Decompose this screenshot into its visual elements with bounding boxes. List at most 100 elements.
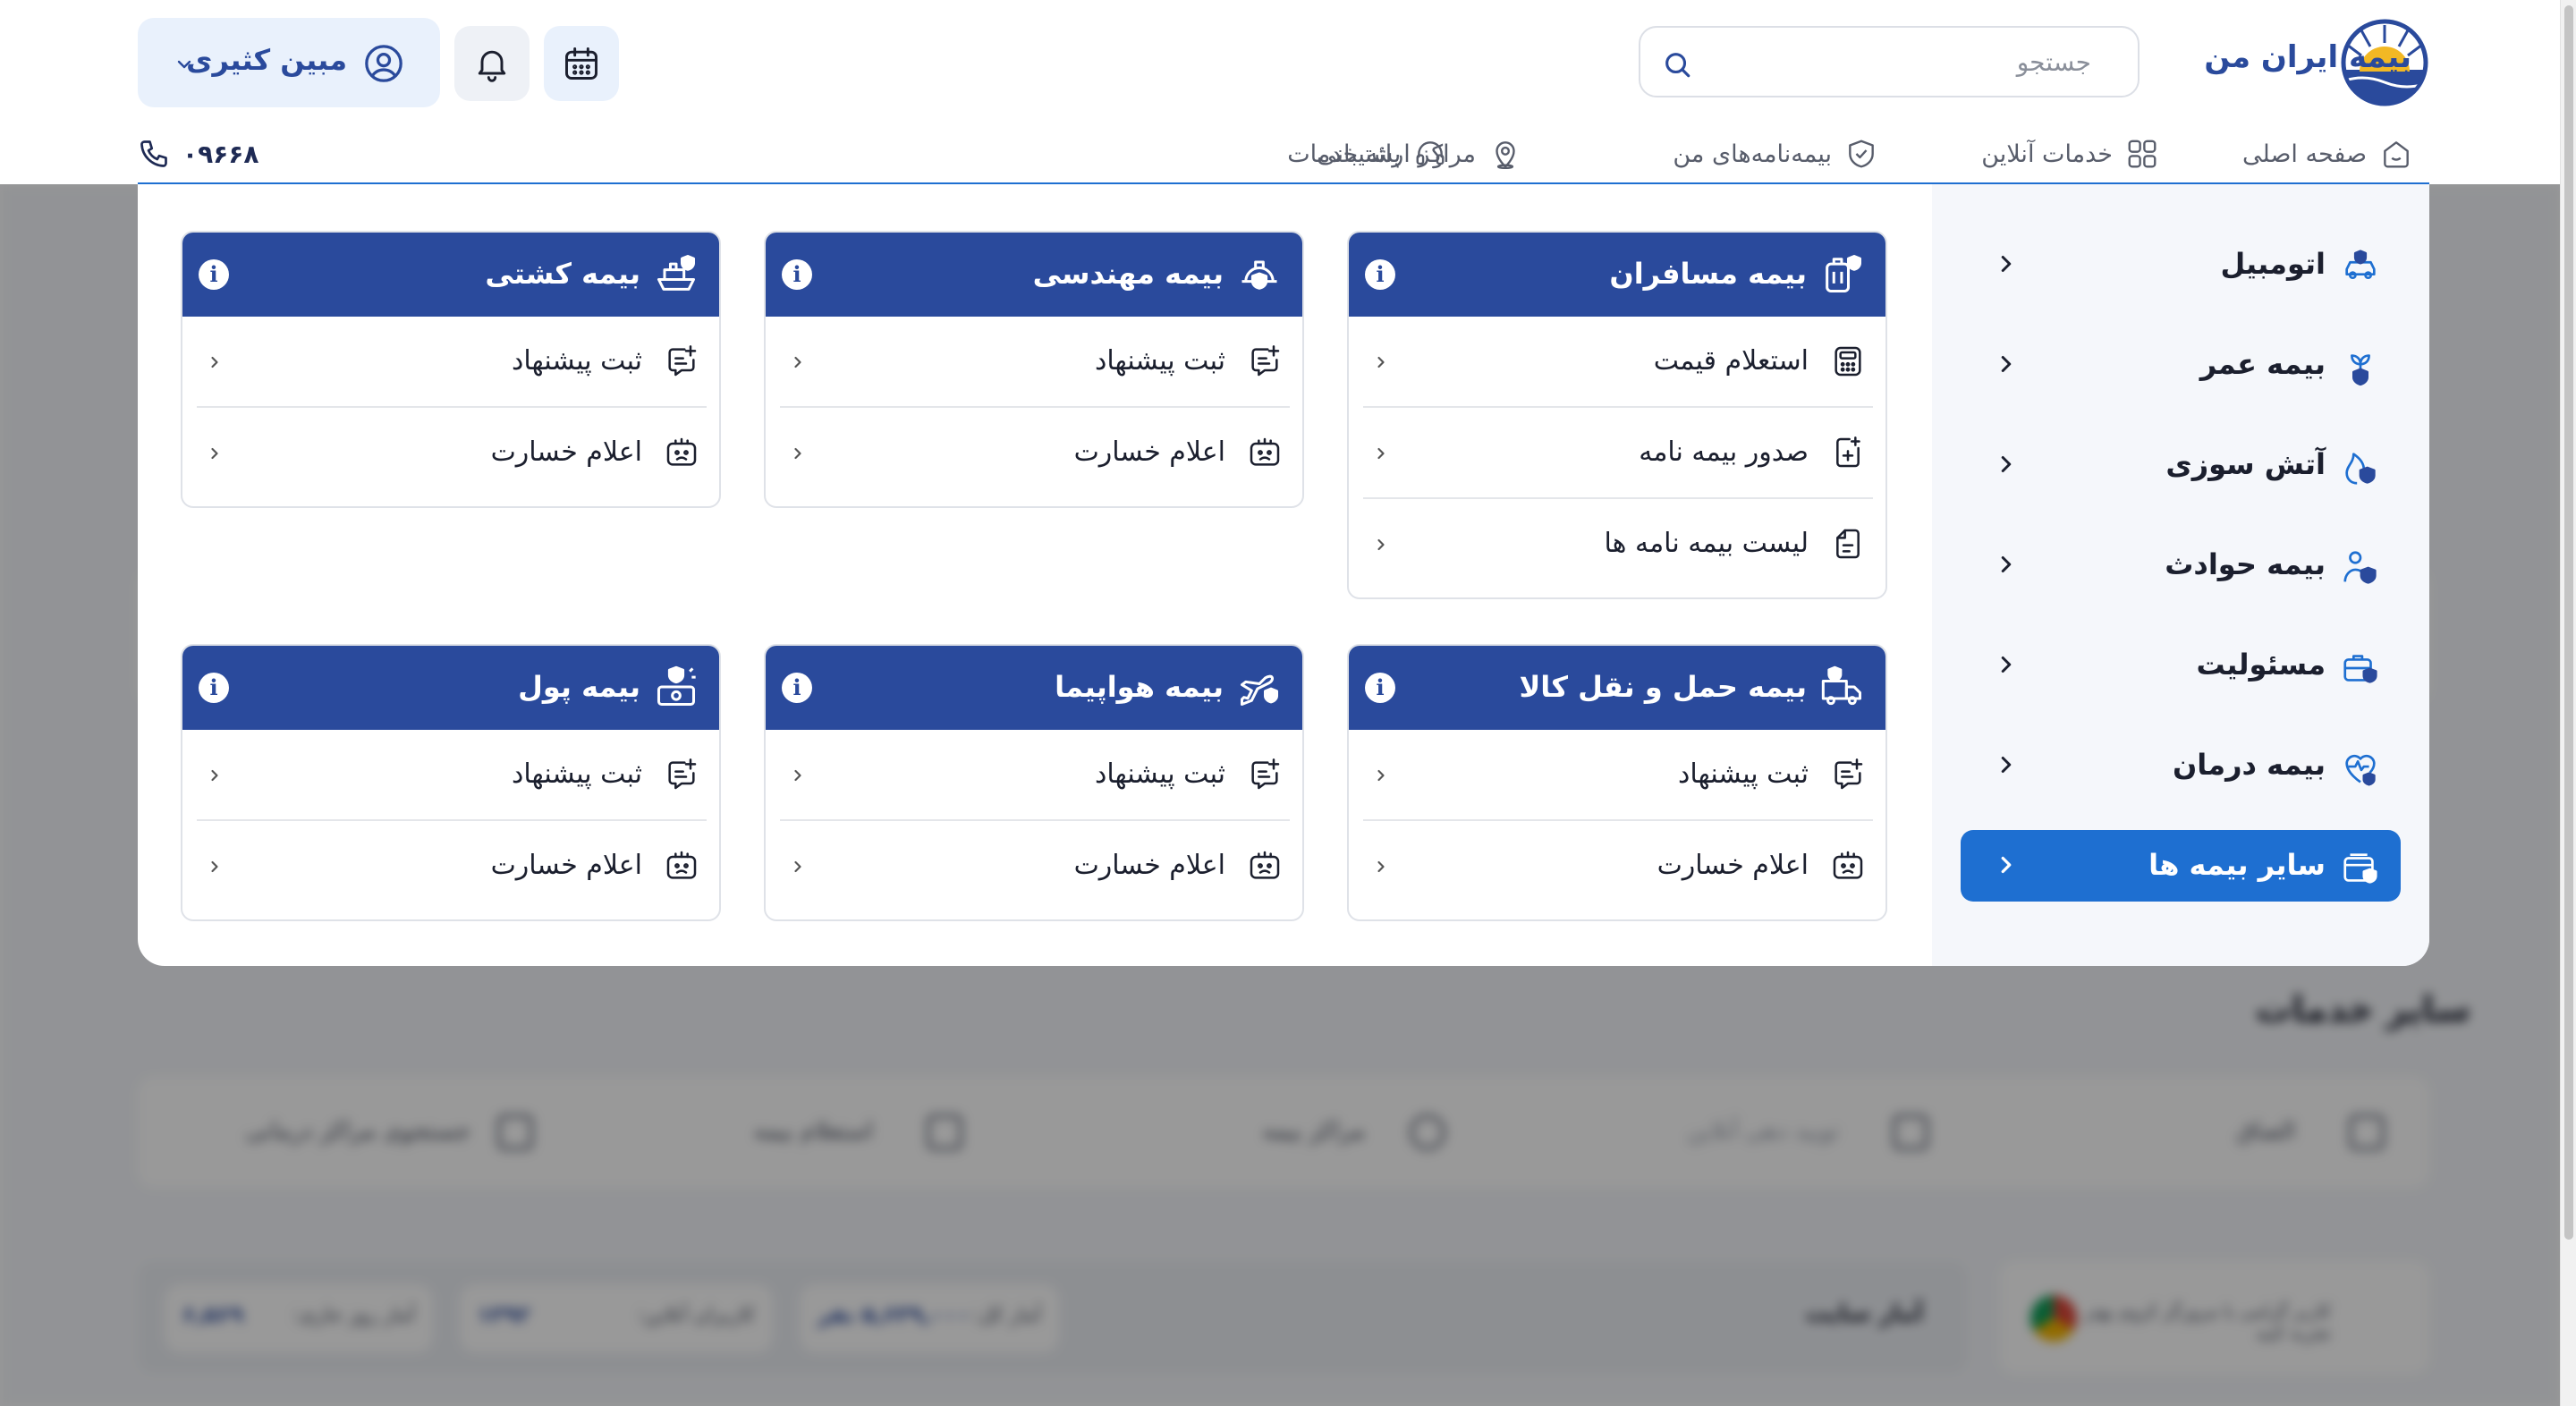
- category-liability[interactable]: مسئولیت: [1961, 630, 2401, 701]
- user-menu-button[interactable]: مبین کثیری: [138, 18, 440, 107]
- category-life[interactable]: بیمه عمر: [1961, 329, 2401, 401]
- panel-engineering-header[interactable]: بیمه مهندسی i: [766, 233, 1302, 317]
- money-shield-icon: [653, 664, 699, 710]
- menu-item[interactable]: اعلام خسارت: [780, 408, 1290, 499]
- fire-shield-icon: [2340, 447, 2381, 488]
- panel-engineering-title: بیمه مهندسی: [1032, 257, 1224, 291]
- notifications-button[interactable]: [454, 26, 530, 101]
- calendar-button[interactable]: [544, 26, 619, 101]
- menu-item-label: ثبت پیشنهاد: [1678, 758, 1809, 790]
- search-box[interactable]: [1639, 26, 2140, 97]
- chevron-right-icon: [206, 767, 224, 784]
- chevron-right-icon: [1993, 351, 2020, 377]
- menu-item[interactable]: اعلام خسارت: [1363, 821, 1873, 912]
- menu-item[interactable]: ثبت پیشنهاد: [197, 730, 707, 821]
- panel-aircraft: بیمه هواپیما i ثبت پیشنهاد اعلام خسارت: [764, 644, 1304, 921]
- chevron-right-icon: [206, 445, 224, 462]
- panel-cargo-title: بیمه حمل و نقل کالا: [1519, 670, 1807, 704]
- chat-plus-icon: [1830, 757, 1866, 792]
- damage-report-icon: [664, 848, 699, 884]
- panel-cargo: بیمه حمل و نقل کالا i ثبت پیشنهاد اعلام …: [1347, 644, 1887, 921]
- search-input[interactable]: [1716, 40, 2091, 83]
- menu-item[interactable]: اعلام خسارت: [197, 408, 707, 499]
- document-list-icon: [1830, 526, 1866, 562]
- nav-support-link[interactable]: پشتیبانی: [1317, 134, 1447, 174]
- info-icon[interactable]: i: [199, 673, 229, 703]
- info-icon[interactable]: i: [782, 259, 812, 290]
- heart-pulse-icon: [2340, 748, 2381, 789]
- menu-item-label: اعلام خسارت: [1073, 850, 1225, 881]
- category-liability-label: مسئولیت: [2196, 648, 2326, 682]
- chevron-right-icon: [1993, 551, 2020, 578]
- menu-item[interactable]: ثبت پیشنهاد: [197, 317, 707, 408]
- category-accident-label: بیمه حوادث: [2165, 547, 2326, 581]
- menu-item[interactable]: استعلام قیمت: [1363, 317, 1873, 408]
- menu-item-label: ثبت پیشنهاد: [512, 758, 642, 790]
- panel-travelers-header[interactable]: بیمه مسافران i: [1349, 233, 1885, 317]
- info-icon[interactable]: i: [1365, 259, 1395, 290]
- chevron-right-icon: [1993, 851, 2020, 878]
- chat-plus-icon: [664, 757, 699, 792]
- chevron-right-icon: [206, 353, 224, 371]
- category-accident[interactable]: بیمه حوادث: [1961, 529, 2401, 601]
- category-sidebar: اتومبیل بیمه عمر آتش سوزی بیمه حوادث مسئ…: [1932, 184, 2429, 966]
- menu-item[interactable]: ثبت پیشنهاد: [1363, 730, 1873, 821]
- support-phone[interactable]: ۰۹۶۶۸: [138, 136, 258, 172]
- panel-ship: بیمه کشتی i ثبت پیشنهاد اعلام خسارت: [181, 231, 721, 508]
- category-fire[interactable]: آتش سوزی: [1961, 429, 2401, 501]
- panel-travelers-title: بیمه مسافران: [1609, 257, 1807, 291]
- chevron-right-icon: [1372, 445, 1390, 462]
- panel-aircraft-header[interactable]: بیمه هواپیما i: [766, 646, 1302, 730]
- person-shield-icon: [2340, 547, 2381, 589]
- panel-money-header[interactable]: بیمه پول i: [182, 646, 719, 730]
- panel-ship-header[interactable]: بیمه کشتی i: [182, 233, 719, 317]
- panel-cargo-header[interactable]: بیمه حمل و نقل کالا i: [1349, 646, 1885, 730]
- nav-my-policies-label: بیمه‌نامه‌های من: [1673, 140, 1832, 168]
- logo-text[interactable]: بیمه ایران من: [2204, 39, 2411, 75]
- menu-item[interactable]: صدور بیمه نامه: [1363, 408, 1873, 499]
- chevron-right-icon: [1993, 250, 2020, 277]
- chevron-right-icon: [1993, 451, 2020, 478]
- category-other-label: سایر بیمه ها: [2148, 848, 2326, 882]
- info-icon[interactable]: i: [1365, 673, 1395, 703]
- category-other[interactable]: سایر بیمه ها: [1961, 830, 2401, 902]
- chevron-right-icon: [1372, 767, 1390, 784]
- user-name: مبین کثیری: [186, 43, 347, 77]
- menu-item-label: اعلام خسارت: [1657, 850, 1809, 881]
- chevron-right-icon: [789, 858, 807, 876]
- panel-money: بیمه پول i ثبت پیشنهاد اعلام خسارت: [181, 644, 721, 921]
- category-life-label: بیمه عمر: [2199, 347, 2326, 381]
- document-plus-icon: [1830, 435, 1866, 470]
- menu-item[interactable]: اعلام خسارت: [780, 821, 1290, 912]
- chevron-down-icon: [174, 54, 195, 75]
- nav-home[interactable]: صفحه اصلی: [2242, 134, 2413, 174]
- ship-shield-icon: [653, 250, 699, 297]
- menu-item[interactable]: اعلام خسارت: [197, 821, 707, 912]
- calendar-icon: [562, 44, 601, 83]
- chevron-right-icon: [206, 858, 224, 876]
- damage-report-icon: [1247, 435, 1283, 470]
- panel-aircraft-title: بیمه هواپیما: [1055, 670, 1224, 704]
- info-icon[interactable]: i: [782, 673, 812, 703]
- plane-shield-icon: [1236, 664, 1283, 710]
- nav-home-label: صفحه اصلی: [2242, 140, 2367, 168]
- chevron-right-icon: [1372, 858, 1390, 876]
- nav-online-services[interactable]: خدمات آنلاین: [1981, 134, 2159, 174]
- category-health[interactable]: بیمه درمان: [1961, 730, 2401, 801]
- menu-item-label: صدور بیمه نامه: [1639, 436, 1809, 468]
- search-icon[interactable]: [1662, 49, 1692, 80]
- nav-support-label: پشتیبانی: [1317, 140, 1402, 168]
- page-scrollbar[interactable]: [2560, 0, 2576, 1406]
- category-car[interactable]: اتومبیل: [1961, 229, 2401, 301]
- bell-icon: [472, 44, 512, 83]
- info-icon[interactable]: i: [199, 259, 229, 290]
- menu-item[interactable]: ثبت پیشنهاد: [780, 730, 1290, 821]
- scrollbar-thumb[interactable]: [2564, 5, 2573, 1240]
- insurance-mega-menu: اتومبیل بیمه عمر آتش سوزی بیمه حوادث مسئ…: [138, 184, 2429, 966]
- plant-shield-icon: [2340, 347, 2381, 388]
- menu-item[interactable]: لیست بیمه نامه ها: [1363, 499, 1873, 590]
- nav-my-policies[interactable]: بیمه‌نامه‌های من: [1673, 134, 1878, 174]
- category-health-label: بیمه درمان: [2172, 748, 2326, 782]
- calculator-icon: [1830, 343, 1866, 379]
- menu-item[interactable]: ثبت پیشنهاد: [780, 317, 1290, 408]
